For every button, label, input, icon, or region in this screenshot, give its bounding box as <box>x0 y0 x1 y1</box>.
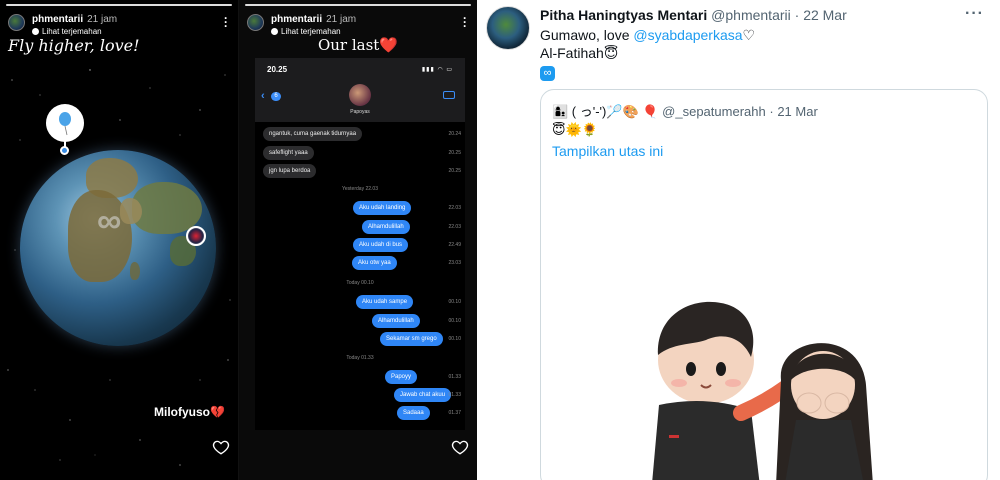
message-timestamp: 01.33 <box>448 374 461 380</box>
date-separator: Today 00.10 <box>346 280 374 286</box>
outgoing-message: Sekamar sm grego <box>380 332 443 346</box>
date-separator: Yesterday 22.03 <box>342 186 378 192</box>
outgoing-message: Jawab chat akuu <box>394 388 452 402</box>
contact-avatar <box>349 84 371 106</box>
avatar[interactable] <box>247 14 264 31</box>
chat-header: 20.25 ▮▮▮ ◠ ▭ ‹ 6 Papoyas <box>255 58 465 122</box>
message-timestamp: 01.37 <box>448 410 461 416</box>
message-timestamp: 23.03 <box>448 260 461 266</box>
message-timestamp: 00.10 <box>448 318 461 324</box>
story-progress-bar <box>245 4 471 6</box>
tweet-line-2: Al-Fatihah😇 <box>540 45 619 61</box>
story-username-row[interactable]: phmentarii 21 jam <box>32 14 117 25</box>
like-heart-icon[interactable] <box>212 438 230 456</box>
balloon-icon <box>59 112 71 136</box>
outgoing-message: Aku udah di bus <box>353 238 409 252</box>
message-timestamp: 01.33 <box>448 392 461 398</box>
message-timestamp: 00.10 <box>448 336 461 342</box>
status-icons: ▮▮▮ ◠ ▭ <box>421 67 453 73</box>
incoming-message: ngantuk, cuma gaenak tidurnyaa <box>263 127 363 141</box>
message-timestamp: 00.10 <box>448 299 461 305</box>
tweet-date[interactable]: 22 Mar <box>803 7 847 23</box>
tweet-text: Gumawo, love @syabdaperkasa♡ Al-Fatihah😇… <box>540 26 755 81</box>
story-caption: Our last❤️ <box>317 36 399 54</box>
see-translation-link[interactable]: Lihat terjemahan <box>271 27 341 36</box>
outgoing-message: Aku udah sampe <box>356 295 414 309</box>
instagram-story-2[interactable]: phmentarii 21 jam Lihat terjemahan · · · Ou… <box>239 0 477 480</box>
contact-name: Papoyas <box>350 109 370 115</box>
tweet-card[interactable]: Pitha Haningtyas Mentari @phmentarii · 2… <box>477 0 1000 480</box>
infinity-icon: ∞ <box>97 202 122 240</box>
outgoing-message: Papoyy <box>385 370 418 384</box>
outgoing-message: Aku otw yaa <box>352 256 397 270</box>
screenshot-collage: phmentarii 21 jam Lihat terjemahan · · · Fl… <box>0 0 1000 480</box>
outgoing-message: Sadaaa <box>397 406 430 420</box>
story-username[interactable]: phmentarii <box>271 14 322 25</box>
avatar[interactable] <box>8 14 25 31</box>
location-photo-marker <box>186 226 206 246</box>
display-name[interactable]: Pitha Haningtyas Mentari <box>540 7 707 23</box>
outgoing-message: Alhamdulillah <box>362 220 410 234</box>
couple-illustration-image <box>652 301 873 480</box>
incoming-message: jgn lupa berdoa <box>263 164 317 178</box>
mention-link[interactable]: @syabdaperkasa <box>633 27 742 43</box>
infinity-emoji-icon: ∞ <box>540 66 555 81</box>
status-bar-time: 20.25 <box>267 65 288 74</box>
location-dot <box>60 146 69 155</box>
story-sticker-text: Milofyuso💔 <box>154 405 225 419</box>
instagram-story-1[interactable]: phmentarii 21 jam Lihat terjemahan · · · Fl… <box>0 0 238 480</box>
message-timestamp: 22.03 <box>448 205 461 211</box>
message-timestamp: 22.49 <box>448 242 461 248</box>
user-handle[interactable]: @phmentarii <box>711 7 791 23</box>
message-timestamp: 20.25 <box>448 150 461 156</box>
outgoing-message: Alhamdulillah <box>372 314 420 328</box>
quoted-tweet-header: 👩‍👦 ( っ'-')🏸🎨 🎈 @_sepatumerahh · 21 Mar <box>552 101 818 120</box>
date-separator: Today 01.33 <box>346 355 374 361</box>
quoted-tweet-text: 😇🌞🌻 <box>552 122 598 137</box>
tweet-line-1-suffix: ♡ <box>742 27 756 43</box>
message-timestamp: 20.25 <box>448 168 461 174</box>
video-call-icon <box>443 91 455 99</box>
avatar[interactable] <box>486 6 530 50</box>
back-chevron-icon: ‹ <box>261 90 265 102</box>
continent-arabia <box>120 198 142 224</box>
island-madagascar <box>130 262 140 280</box>
imessage-screenshot: 20.25 ▮▮▮ ◠ ▭ ‹ 6 Papoyas ngantuk, cuma … <box>255 58 465 430</box>
story-time: 21 jam <box>87 14 118 25</box>
see-translation-link[interactable]: Lihat terjemahan <box>32 27 102 36</box>
tweet-header: Pitha Haningtyas Mentari @phmentarii · 2… <box>540 7 847 23</box>
like-heart-icon[interactable] <box>451 438 469 456</box>
more-options-icon[interactable]: ··· <box>222 12 230 32</box>
message-timestamp: 22.03 <box>448 224 461 230</box>
message-timestamp: 20.24 <box>448 131 461 137</box>
incoming-message: safeflight yaaa <box>263 146 314 160</box>
tweet-line-1-text: Gumawo, love <box>540 27 634 43</box>
unread-badge: 6 <box>271 92 281 101</box>
story-username[interactable]: phmentarii <box>32 14 83 25</box>
story-progress-bar <box>6 4 232 6</box>
translate-icon <box>32 28 39 35</box>
quoted-date[interactable]: 21 Mar <box>777 104 817 119</box>
show-thread-link[interactable]: Tampilkan utas ini <box>552 143 663 159</box>
see-translation-label: Lihat terjemahan <box>281 27 341 36</box>
quoted-tweet[interactable]: 👩‍👦 ( っ'-')🏸🎨 🎈 @_sepatumerahh · 21 Mar … <box>540 89 988 480</box>
map-pin-bubble <box>46 104 84 142</box>
quoted-display-name[interactable]: 👩‍👦 ( っ'-')🏸🎨 🎈 <box>552 104 659 119</box>
story-caption: Fly higher, love! <box>8 36 140 55</box>
earth-globe-image <box>20 150 216 346</box>
see-translation-label: Lihat terjemahan <box>42 27 102 36</box>
story-time: 21 jam <box>326 14 357 25</box>
quoted-handle[interactable]: @_sepatumerahh <box>662 104 766 119</box>
translate-icon <box>271 28 278 35</box>
separator-dot: · <box>794 7 800 23</box>
more-options-icon[interactable]: ··· <box>965 5 984 23</box>
outgoing-message: Aku udah landing <box>353 201 412 215</box>
more-options-icon[interactable]: ··· <box>461 12 469 32</box>
tweet-line-1: Gumawo, love @syabdaperkasa♡ <box>540 26 755 44</box>
separator-dot: · <box>769 104 774 119</box>
story-username-row[interactable]: phmentarii 21 jam <box>271 14 356 25</box>
